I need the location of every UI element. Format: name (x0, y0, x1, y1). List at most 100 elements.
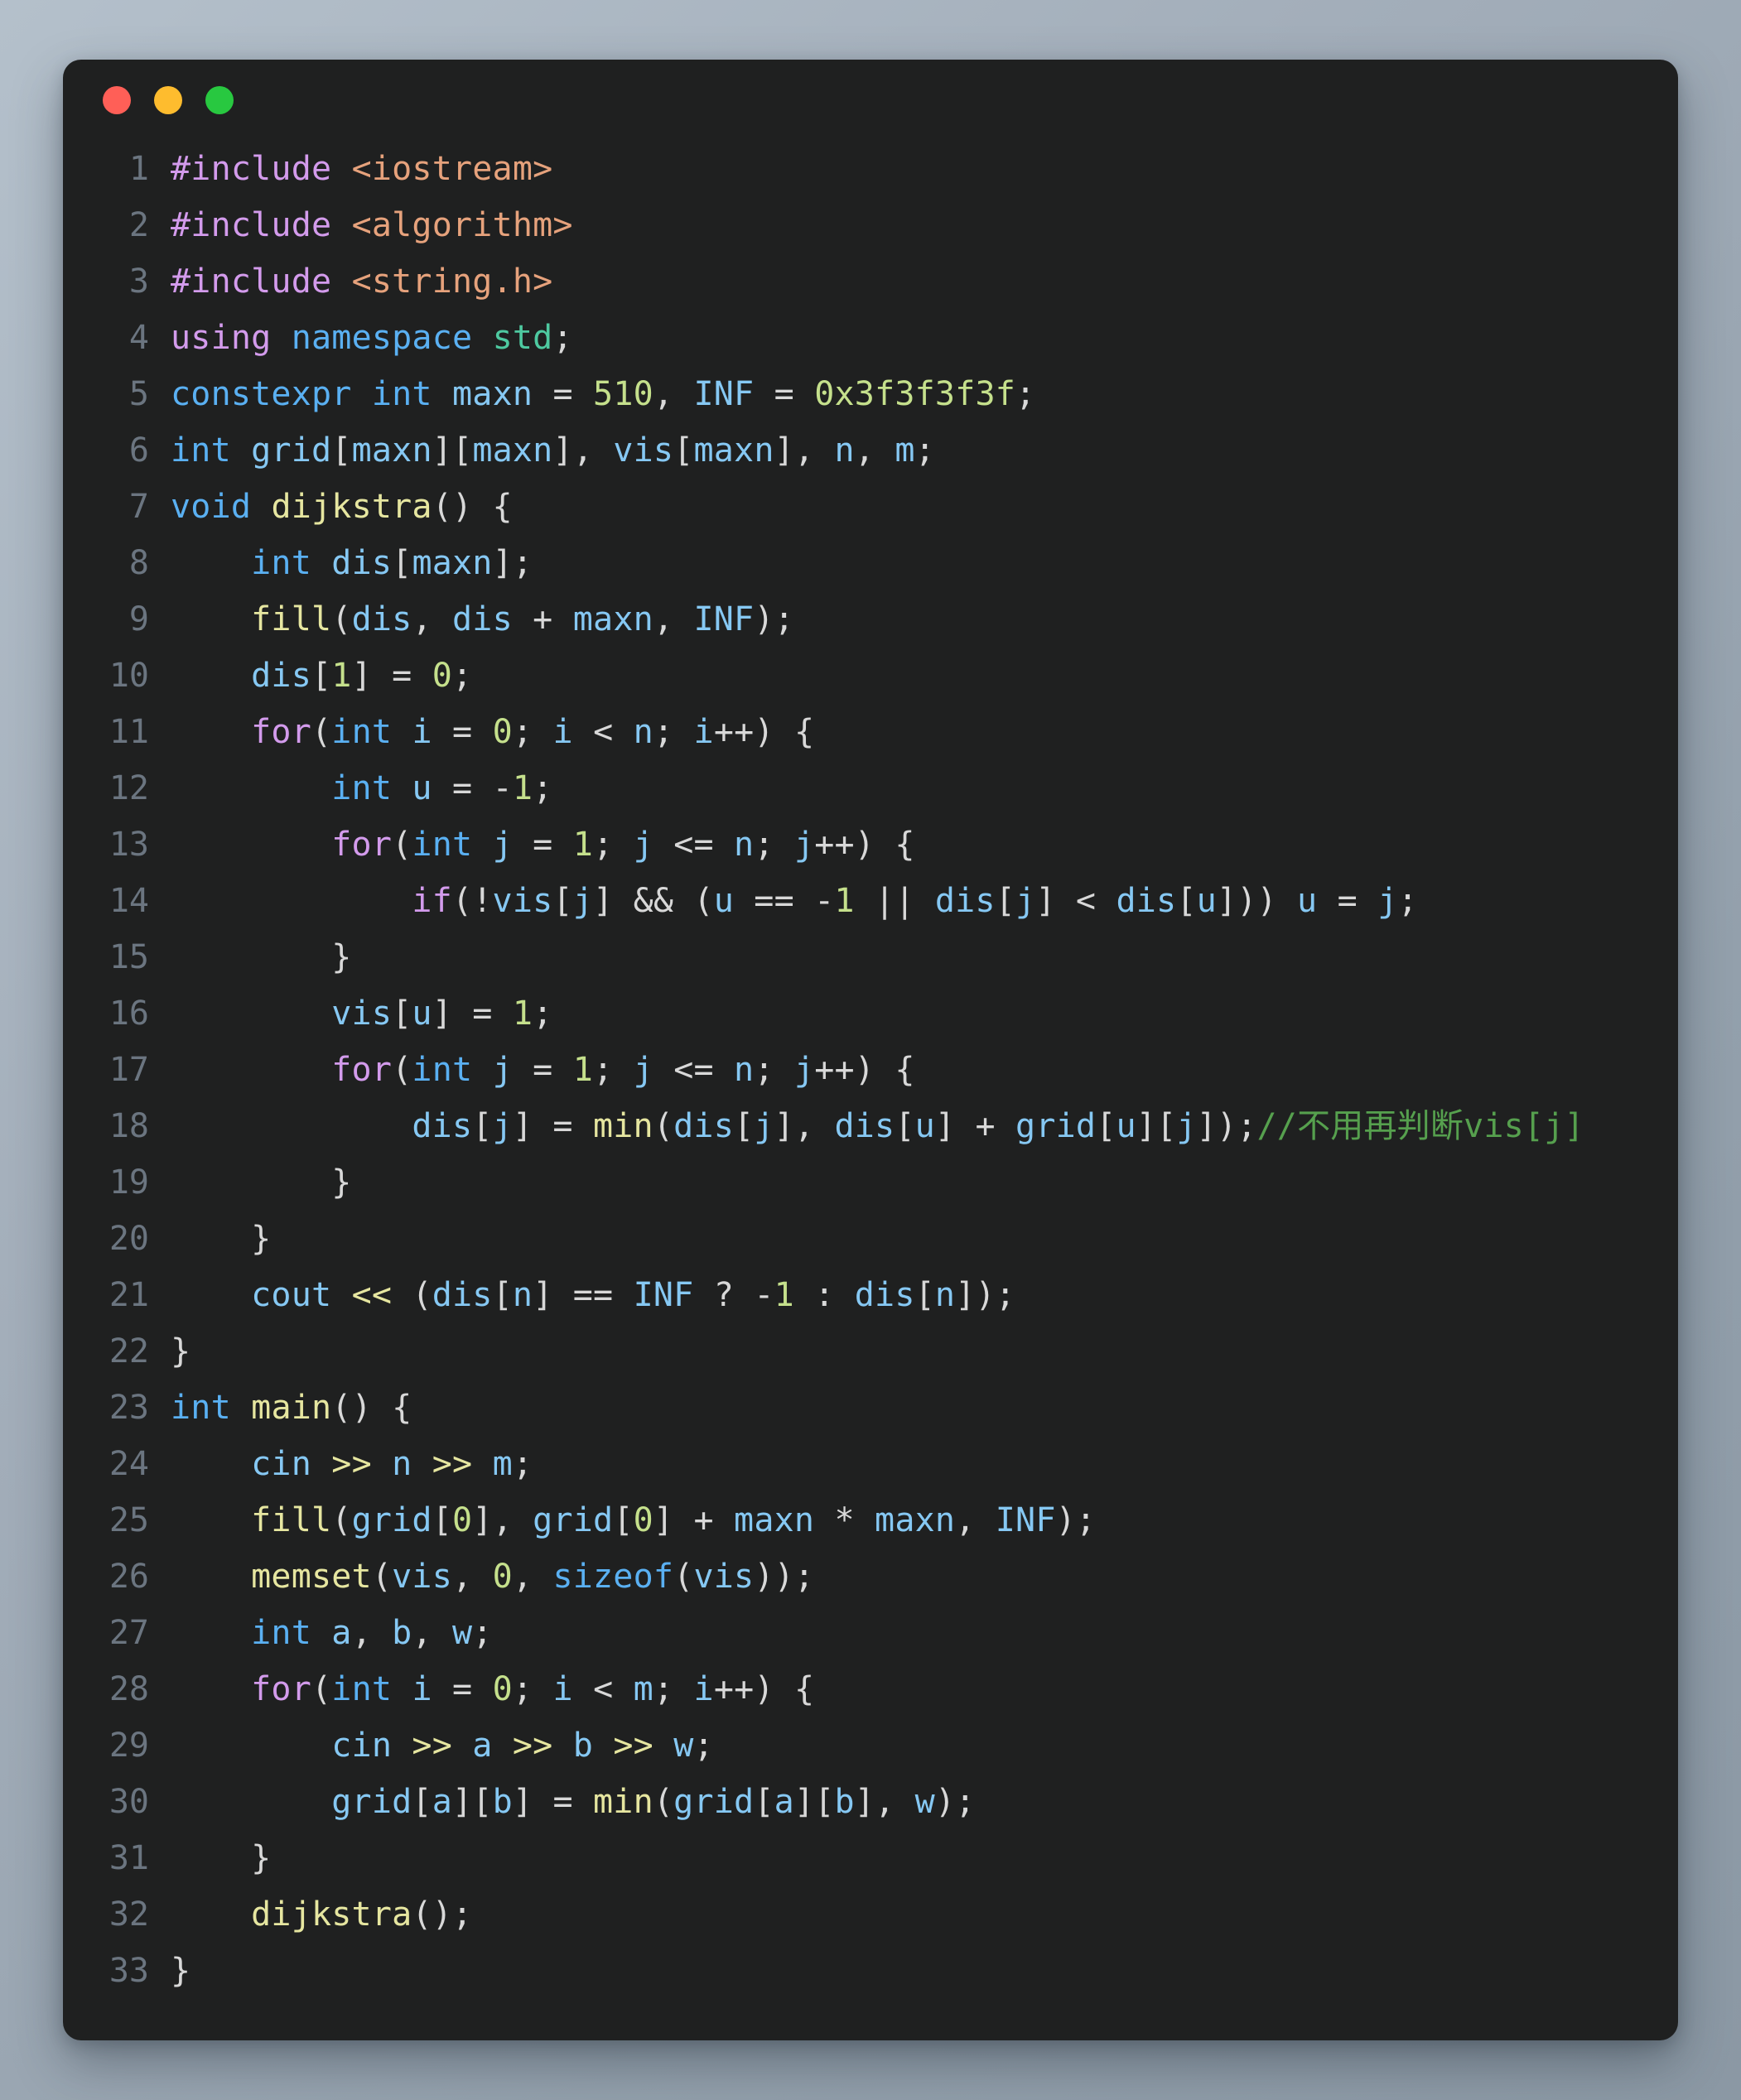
code-line[interactable]: 10 dis[1] = 0; (63, 648, 1678, 704)
code-line[interactable]: 13 for(int j = 1; j <= n; j++) { (63, 816, 1678, 873)
code-token-num: 1 (572, 1051, 594, 1089)
code-token-var: dis (412, 1107, 473, 1145)
code-line-text: #include <string.h> (171, 253, 552, 310)
code-token-kw: for (251, 1670, 311, 1708)
code-token-punc: ( (392, 826, 412, 864)
code-line[interactable]: 26 memset(vis, 0, sizeof(vis)); (63, 1549, 1678, 1605)
code-token-punc: () { (432, 488, 513, 526)
code-token-punc: ; (552, 319, 573, 357)
code-token-var: grid (1015, 1107, 1097, 1145)
code-token-punc: ] && ( (593, 882, 714, 920)
code-token-var: vis (392, 1558, 452, 1596)
maximize-button[interactable] (205, 86, 234, 114)
code-line[interactable]: 31 } (63, 1830, 1678, 1886)
code-token-var: j (793, 1051, 815, 1089)
line-number: 6 (128, 431, 149, 470)
code-line[interactable]: 27 int a, b, w; (63, 1605, 1678, 1661)
code-token-var: i (693, 1670, 714, 1708)
code-token-var: a (331, 1614, 352, 1652)
code-line[interactable]: 2 #include <algorithm> (63, 197, 1678, 253)
line-number: 9 (128, 600, 149, 638)
code-line[interactable]: 18 dis[j] = min(dis[j], dis[u] + grid[u]… (63, 1098, 1678, 1154)
line-number: 23 (109, 1389, 149, 1427)
code-line[interactable]: 9 fill(dis, dis + maxn, INF); (63, 591, 1678, 648)
code-token-var: dis (251, 657, 311, 695)
close-button[interactable] (103, 86, 131, 114)
code-line-text: } (171, 1323, 190, 1380)
code-token-num: 0 (633, 1501, 653, 1539)
code-line[interactable]: 11 for(int i = 0; i < n; i++) { (63, 704, 1678, 760)
code-token-var: INF (995, 1501, 1056, 1539)
code-token-var: dis (834, 1107, 895, 1145)
code-token-punc: , (351, 1614, 393, 1652)
code-editor-content[interactable]: 1 #include <iostream> 2 #include <algorithm… (63, 141, 1678, 2040)
line-number: 5 (128, 375, 149, 413)
code-line[interactable]: 6 int grid[maxn][maxn], vis[maxn], n, m; (63, 422, 1678, 479)
code-line[interactable]: 32 dijkstra(); (63, 1886, 1678, 1943)
code-line[interactable]: 33} (63, 1943, 1678, 1999)
code-token-punc: ( (653, 1783, 674, 1821)
code-line[interactable]: 22} (63, 1323, 1678, 1380)
code-line[interactable]: 19 } (63, 1154, 1678, 1211)
code-token-punc: [ (1176, 882, 1197, 920)
line-number: 11 (109, 713, 149, 751)
code-token-punc: = (774, 375, 794, 413)
code-token-punc: ( (653, 1107, 674, 1145)
code-line-text: void dijkstra() { (171, 479, 513, 535)
code-line[interactable]: 17 for(int j = 1; j <= n; j++) { (63, 1042, 1678, 1098)
code-token-type: int (412, 1051, 473, 1089)
code-token-punc: = (512, 826, 573, 864)
code-line[interactable]: 12 int u = -1; (63, 760, 1678, 816)
code-token-fn: memset (251, 1558, 372, 1596)
code-line-text: } (171, 1154, 352, 1211)
code-token-num: 1 (512, 995, 533, 1033)
code-line[interactable]: 7 void dijkstra() { (63, 479, 1678, 535)
code-token-num: 1 (834, 882, 855, 920)
code-line[interactable]: 8 int dis[maxn]; (63, 535, 1678, 591)
line-number: 28 (109, 1670, 149, 1708)
code-line[interactable]: 1 #include <iostream> (63, 141, 1678, 197)
code-token-punc: < (572, 1670, 634, 1708)
code-line[interactable]: 3 #include <string.h> (63, 253, 1678, 310)
code-token-punc: [ (914, 1276, 935, 1314)
code-line[interactable]: 20 } (63, 1211, 1678, 1267)
code-token-var: n (392, 1445, 412, 1483)
window-titlebar (63, 60, 1678, 141)
code-token-var: u (412, 995, 432, 1033)
code-token-punc: ; (1015, 375, 1036, 413)
code-token-punc: = (512, 1051, 573, 1089)
minimize-button[interactable] (154, 86, 182, 114)
code-token-punc: ], (552, 431, 614, 470)
line-number: 15 (109, 938, 149, 976)
line-number: 27 (109, 1614, 149, 1652)
code-line[interactable]: 30 grid[a][b] = min(grid[a][b], w); (63, 1774, 1678, 1830)
code-token-punc: ] + (934, 1107, 1016, 1145)
code-line[interactable]: 25 fill(grid[0], grid[0] + maxn * maxn, … (63, 1492, 1678, 1549)
code-line[interactable]: 23 int main() { (63, 1380, 1678, 1436)
code-token-punc: ; (754, 1051, 794, 1089)
code-token-var: INF (633, 1276, 694, 1314)
code-token-var: i (552, 1670, 573, 1708)
code-token-punc: [ (331, 431, 352, 470)
code-token-var: grid (351, 1501, 432, 1539)
code-line[interactable]: 5 constexpr int maxn = 510, INF = 0x3f3f3… (63, 366, 1678, 422)
code-line[interactable]: 14 if(!vis[j] && (u == -1 || dis[j] < di… (63, 873, 1678, 929)
code-line[interactable]: 24 cin >> n >> m; (63, 1436, 1678, 1492)
code-line[interactable]: 4 using namespace std; (63, 310, 1678, 366)
code-token-punc: ; (693, 1727, 714, 1765)
code-token-punc: ++) { (814, 826, 915, 864)
code-line[interactable]: 21 cout << (dis[n] == INF ? -1 : dis[n])… (63, 1267, 1678, 1323)
line-number: 25 (109, 1501, 149, 1539)
code-token-type: int (171, 431, 231, 470)
code-line[interactable]: 29 cin >> a >> b >> w; (63, 1717, 1678, 1774)
code-line[interactable]: 28 for(int i = 0; i < m; i++) { (63, 1661, 1678, 1717)
code-line[interactable]: 15 } (63, 929, 1678, 985)
code-token-punc: == - (734, 882, 835, 920)
code-line[interactable]: 16 vis[u] = 1; (63, 985, 1678, 1042)
